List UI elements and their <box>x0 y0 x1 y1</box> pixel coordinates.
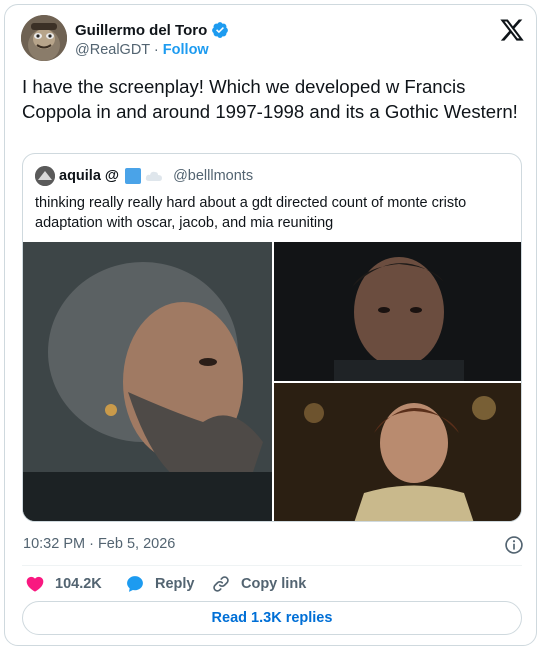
quoted-author-handle[interactable]: @belllmonts <box>173 168 253 184</box>
copy-link-button[interactable]: Copy link <box>211 571 306 597</box>
like-count: 104.2K <box>55 576 102 592</box>
reply-bubble-icon <box>127 576 143 592</box>
quoted-header: aquila @ @belllmonts <box>35 166 253 186</box>
quoted-avatar[interactable] <box>35 166 55 186</box>
media-photo-3[interactable] <box>274 383 521 521</box>
square-emoji-icon <box>125 168 142 184</box>
x-logo-icon[interactable] <box>499 17 525 43</box>
author-handle[interactable]: @RealGDT <box>75 42 150 58</box>
media-photo-2[interactable] <box>274 242 521 381</box>
author-handle-line: @RealGDT · Follow <box>75 42 209 58</box>
reply-label: Reply <box>155 576 195 592</box>
author-name-text[interactable]: Guillermo del Toro <box>75 22 207 39</box>
tweet-card: Guillermo del Toro @RealGDT · Follow I h… <box>4 4 537 646</box>
media-photo-1[interactable] <box>23 242 272 521</box>
verified-badge-icon <box>212 22 229 38</box>
read-replies-button[interactable]: Read 1.3K replies <box>22 601 522 635</box>
copy-link-label: Copy link <box>241 576 307 592</box>
quoted-text: thinking really really hard about a gdt … <box>35 195 467 231</box>
reply-button[interactable]: Reply <box>125 571 195 597</box>
like-button[interactable]: 104.2K <box>25 571 102 597</box>
link-icon <box>213 576 229 592</box>
info-icon[interactable] <box>504 535 524 555</box>
cloud-emoji-icon <box>145 171 163 181</box>
quoted-author-name[interactable]: aquila @ <box>59 168 119 184</box>
tweet-timestamp[interactable]: 10:32 PM · Feb 5, 2026 <box>23 536 175 552</box>
follow-button[interactable]: Follow <box>163 42 209 58</box>
author-name[interactable]: Guillermo del Toro <box>75 21 229 39</box>
heart-icon <box>26 576 44 592</box>
divider <box>22 565 522 566</box>
handle-separator: · <box>153 42 159 58</box>
author-avatar[interactable] <box>21 15 67 61</box>
quoted-media-grid[interactable] <box>23 242 521 521</box>
tweet-text: I have the screenplay! Which we develope… <box>22 76 518 122</box>
quoted-tweet[interactable]: aquila @ @belllmonts thinking really rea… <box>22 153 522 522</box>
